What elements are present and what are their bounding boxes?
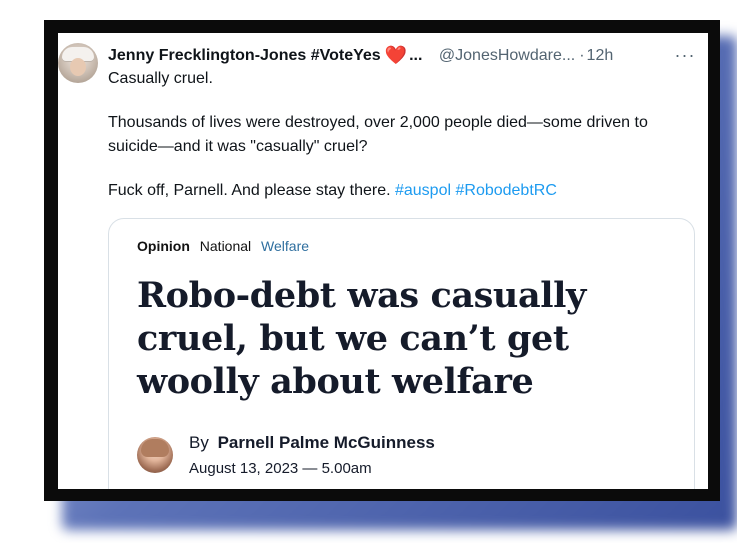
more-options-icon[interactable]: ··· [672, 45, 698, 66]
tweet-line-2: Thousands of lives were destroyed, over … [108, 114, 648, 155]
name-ellipsis: ... [409, 47, 423, 64]
separator-dot: · [579, 47, 585, 64]
article-sections: Opinion National Welfare [137, 238, 309, 254]
author-handle[interactable]: @JonesHowdare... [439, 47, 575, 64]
article-date: August 13, 2023 — 5.00am [189, 460, 372, 477]
tweet-line-1: Casually cruel. [108, 70, 213, 87]
tweet-header: Jenny Frecklington-Jones #VoteYes ❤️... @… [108, 45, 698, 69]
section-welfare[interactable]: Welfare [261, 238, 309, 254]
timestamp[interactable]: 12h [587, 47, 614, 64]
article-card[interactable]: Opinion National Welfare Robo-debt was c… [108, 218, 695, 489]
tweet-line-3: Fuck off, Parnell. And please stay there… [108, 179, 678, 203]
tweet-text: Casually cruel. Thousands of lives were … [108, 67, 678, 203]
byline-prefix: By [189, 433, 209, 452]
author-photo-hair [141, 439, 169, 457]
hashtag-auspol[interactable]: #auspol [395, 182, 451, 199]
author-name[interactable]: Jenny Frecklington-Jones #VoteYes [108, 47, 381, 64]
avatar[interactable] [58, 43, 98, 83]
section-opinion[interactable]: Opinion [137, 238, 190, 254]
hashtag-robodebtrc[interactable]: #RobodebtRC [455, 182, 556, 199]
avatar-face [70, 58, 86, 76]
author-photo [137, 437, 173, 473]
section-national[interactable]: National [200, 238, 251, 254]
article-headline[interactable]: Robo-debt was casually cruel, but we can… [137, 274, 677, 403]
tweet-line-3-text: Fuck off, Parnell. And please stay there… [108, 182, 391, 199]
heart-emoji-icon: ❤️ [384, 45, 408, 65]
article-author[interactable]: Parnell Palme McGuinness [218, 433, 435, 452]
tweet[interactable]: Jenny Frecklington-Jones #VoteYes ❤️... @… [58, 33, 708, 489]
byline: By Parnell Palme McGuinness [189, 433, 435, 453]
